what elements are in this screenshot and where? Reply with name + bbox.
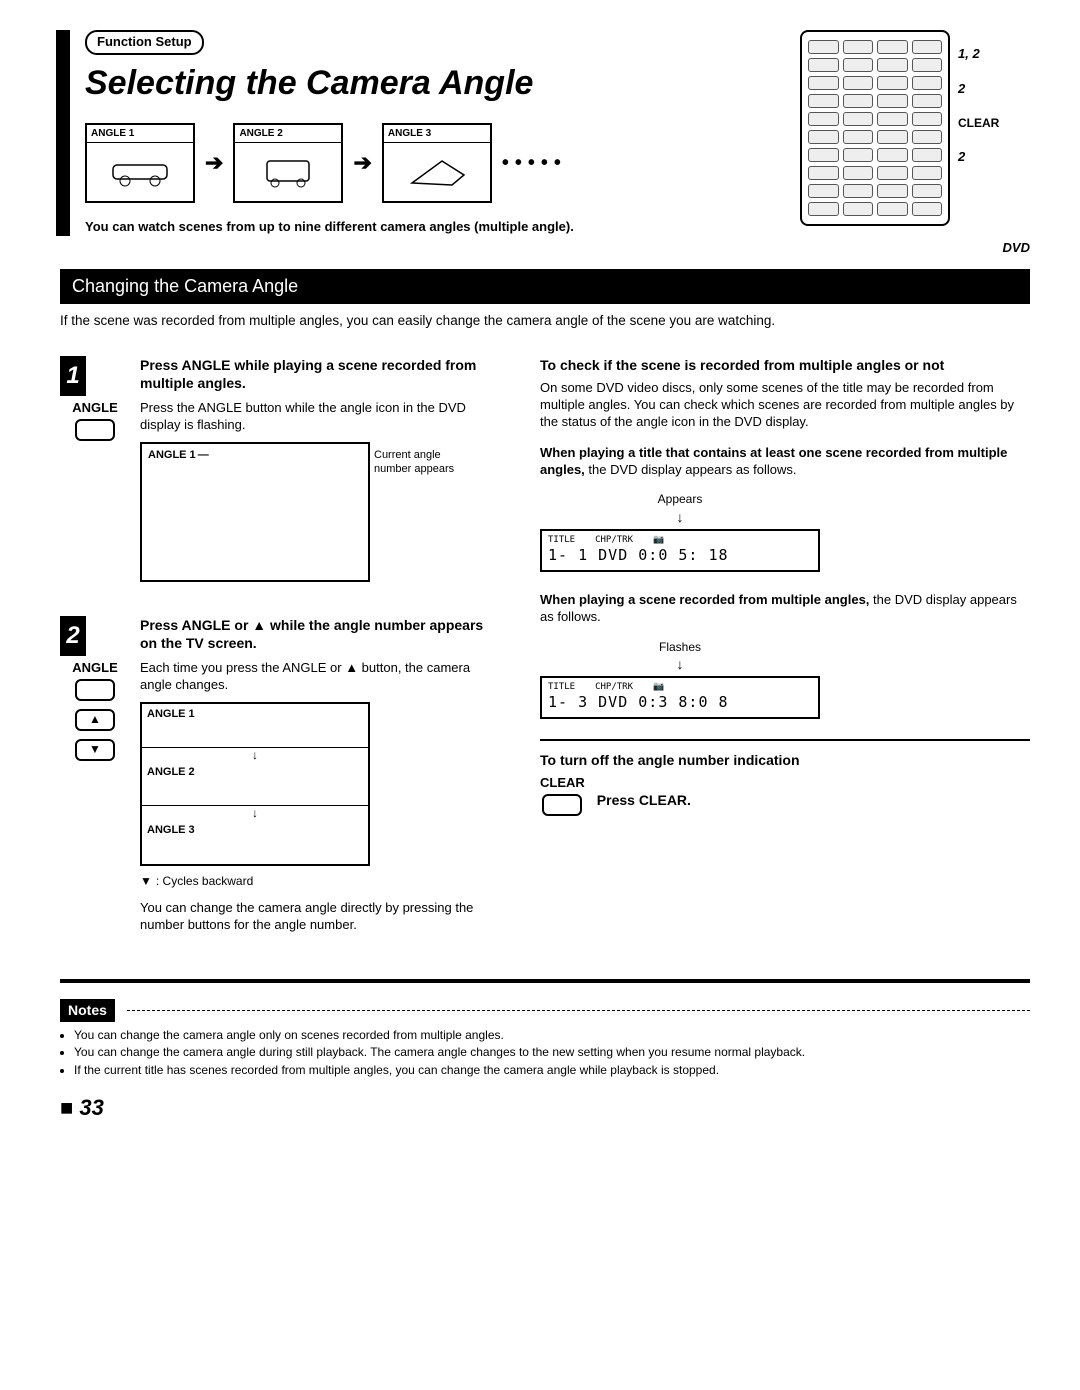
notes-list: You can change the camera angle only on … [60,1028,1030,1079]
notes-header: Notes [60,999,1030,1021]
callout-clear: CLEAR [958,116,999,132]
osd-callout: Current angle number appears [368,448,478,477]
header-left: Function Setup Selecting the Camera Angl… [60,30,780,236]
angle-button-icon [75,679,115,701]
key-label-angle: ANGLE [60,400,130,417]
step-2: 2 ANGLE ▲ ▼ Press ANGLE or ▲ while the a… [60,616,500,934]
when-title-text: When playing a title that contains at le… [540,445,1030,479]
display-caption-flashes: Flashes↓ [540,640,820,674]
page-number: 33 [60,1094,1030,1123]
step-number: 1 [60,356,86,396]
step2-title: Press ANGLE or ▲ while the angle number … [140,616,500,652]
callout-2: 2 [958,81,999,98]
callout-2b: 2 [958,149,999,166]
step1-title: Press ANGLE while playing a scene record… [140,356,500,392]
osd-preview-box: ANGLE 1 Current angle number appears [140,442,370,582]
intro-text: You can watch scenes from up to nine dif… [85,219,780,236]
section-heading: Changing the Camera Angle [60,269,1030,304]
page-title: Selecting the Camera Angle [85,61,780,105]
angle-box-3: ANGLE 3 [382,123,492,203]
press-clear-text: Press CLEAR. [597,791,691,809]
callout-1-2: 1, 2 [958,46,999,63]
check-heading: To check if the scene is recorded from m… [540,356,1030,374]
remote-control-icon [800,30,950,226]
cycles-backward-note: : Cycles backward [140,874,500,890]
clear-instruction: CLEAR Press CLEAR. [540,775,1030,824]
step1-text: Press the ANGLE button while the angle i… [140,400,500,434]
step2-text: Each time you press the ANGLE or ▲ butto… [140,660,500,694]
key-label-clear: CLEAR [540,775,585,792]
section-intro: If the scene was recorded from multiple … [60,312,1030,330]
steps-column: 1 ANGLE Press ANGLE while playing a scen… [60,356,500,968]
angle-illustration-row: ANGLE 1 ➔ ANGLE 2 ➔ ANGLE 3 ••••• [85,123,780,203]
car-icon [235,143,341,201]
angle-box-1: ANGLE 1 [85,123,195,203]
clear-button-icon [542,794,582,816]
ellipsis-icon: ••••• [502,150,567,176]
step-number: 2 [60,616,86,656]
note-item: You can change the camera angle during s… [74,1045,1030,1061]
angle-button-icon [75,419,115,441]
display-caption-appears: Appears↓ [540,492,820,526]
step2-para: You can change the camera angle directly… [140,900,500,934]
remote-callouts: 1, 2 2 CLEAR 2 [958,30,999,166]
turnoff-heading: To turn off the angle number indication [540,751,1030,769]
note-item: You can change the camera angle only on … [74,1028,1030,1044]
angle-box-2: ANGLE 2 [233,123,343,203]
info-column: To check if the scene is recorded from m… [540,356,1030,968]
function-setup-tag: Function Setup [85,30,204,55]
dvd-display-1: TITLECHP/TRK📷 1- 1 DVD 0:0 5: 18 [540,529,820,572]
up-button-icon: ▲ [75,709,115,731]
when-scene-text: When playing a scene recorded from multi… [540,592,1030,626]
check-text: On some DVD video discs, only some scene… [540,380,1030,431]
page-header: Function Setup Selecting the Camera Angl… [60,30,1030,236]
remote-diagram: 1, 2 2 CLEAR 2 [800,30,1030,226]
notes-tag: Notes [60,999,115,1021]
osd-stack: ANGLE 1 ↓ ANGLE 2 ↓ ANGLE 3 [140,702,370,866]
dvd-display-2: TITLECHP/TRK📷 1- 3 DVD 0:3 8:0 8 [540,676,820,719]
car-icon [87,143,193,201]
step-1: 1 ANGLE Press ANGLE while playing a scen… [60,356,500,582]
car-icon [384,143,490,201]
down-button-icon: ▼ [75,739,115,761]
note-item: If the current title has scenes recorded… [74,1063,1030,1079]
arrow-icon: ➔ [205,149,223,178]
key-label-angle: ANGLE [60,660,130,677]
dvd-logo: DVD [60,240,1030,257]
arrow-icon: ➔ [353,149,371,178]
